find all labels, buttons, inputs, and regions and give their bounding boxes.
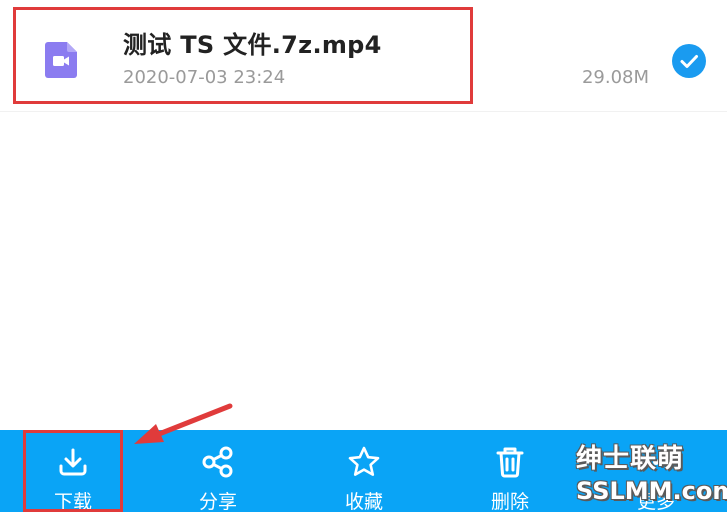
file-list-item[interactable]: 测试 TS 文件.7z.mp4 2020-07-03 23:24 29.08M — [0, 0, 727, 112]
download-highlight-box — [23, 430, 123, 512]
video-file-icon — [45, 42, 77, 78]
share-label: 分享 — [198, 491, 237, 512]
delete-button[interactable]: 删除 — [460, 430, 560, 512]
watermark-title: 绅士联萌 — [576, 444, 685, 474]
trash-icon — [492, 444, 528, 480]
selected-check-icon[interactable] — [672, 44, 706, 78]
file-size: 29.08M — [581, 67, 649, 88]
favorite-button[interactable]: 收藏 — [314, 430, 414, 512]
row-divider — [0, 111, 727, 112]
favorite-label: 收藏 — [344, 491, 383, 512]
file-name: 测试 TS 文件.7z.mp4 — [123, 31, 382, 59]
watermark-url: SSLMM.com — [576, 477, 727, 505]
file-date: 2020-07-03 23:24 — [123, 67, 286, 88]
delete-label: 删除 — [490, 491, 529, 512]
watermark: 绅士联萌 SSLMM.com — [568, 440, 727, 512]
star-icon — [346, 444, 382, 480]
file-list-page: 测试 TS 文件.7z.mp4 2020-07-03 23:24 29.08M … — [0, 0, 727, 512]
annotation-arrow-icon — [128, 400, 238, 452]
